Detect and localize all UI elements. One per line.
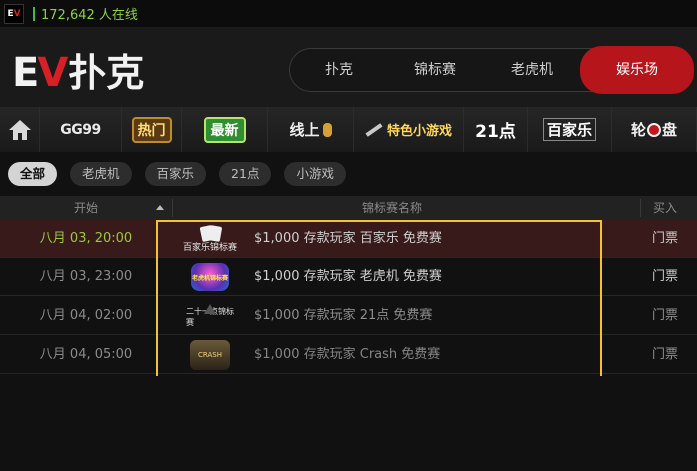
- row-buyin: 门票: [652, 231, 679, 246]
- category-mini-games[interactable]: 特色小游戏: [354, 107, 464, 152]
- thumbnail-label: 百家乐锦标赛: [182, 242, 237, 253]
- category-hot[interactable]: 热门: [122, 107, 182, 152]
- sort-ascending-icon[interactable]: [156, 205, 164, 210]
- category-blackjack[interactable]: 21点: [464, 107, 528, 152]
- row-buyin: 门票: [652, 269, 679, 284]
- microphone-icon: [322, 122, 332, 137]
- category-roulette-label: 轮: [630, 121, 646, 139]
- row-start-time: 八月 03, 23:00: [39, 269, 133, 284]
- nav-casino[interactable]: 娱乐场: [580, 46, 694, 94]
- filter-blackjack[interactable]: 21点: [219, 162, 272, 186]
- online-count: 172,642 人在线: [41, 8, 138, 23]
- table-row[interactable]: 八月 03, 20:00 百家乐锦标赛 $1,000 存款玩家 百家乐 免费赛 …: [0, 220, 697, 258]
- roulette-wheel-icon: [647, 122, 661, 137]
- category-blackjack-label: 21点: [475, 122, 516, 142]
- column-divider: [172, 199, 173, 217]
- filter-mini-games[interactable]: 小游戏: [284, 162, 346, 186]
- logo-ev: EV: [12, 50, 68, 96]
- category-new-label: 最新: [203, 116, 246, 143]
- category-gg99[interactable]: GG99: [40, 107, 122, 152]
- column-start[interactable]: 开始: [74, 196, 98, 220]
- row-tournament-name: $1,000 存款玩家 Crash 免费赛: [254, 347, 441, 362]
- row-tournament-name: $1,000 存款玩家 老虎机 免费赛: [254, 269, 442, 284]
- category-roulette[interactable]: 轮 盘: [612, 107, 697, 152]
- table-header: 开始 锦标赛名称 买入: [0, 196, 697, 220]
- crash-game-icon: CRASH: [190, 340, 230, 370]
- category-live-label: 线上: [289, 121, 320, 139]
- header: EV 扑克 扑克 锦标赛 老虎机 娱乐场: [0, 27, 697, 107]
- row-tournament-name: $1,000 存款玩家 百家乐 免费赛: [254, 231, 442, 246]
- row-start-time: 八月 04, 02:00: [39, 308, 133, 323]
- column-name[interactable]: 锦标赛名称: [362, 196, 422, 220]
- thumbnail-label: 老虎机锦标赛: [191, 274, 228, 282]
- crash-tournament-thumbnail: CRASH: [178, 339, 242, 371]
- table-row[interactable]: 八月 04, 05:00 CRASH $1,000 存款玩家 Crash 免费赛…: [0, 336, 697, 374]
- app-logo-icon: EV: [4, 3, 24, 24]
- slot-machine-icon: 老虎机锦标赛: [191, 263, 229, 291]
- playing-cards-icon: [195, 224, 225, 242]
- status-bar: EV 172,642 人在线: [0, 0, 697, 27]
- filter-all[interactable]: 全部: [8, 162, 58, 186]
- category-bar: GG99 热门 最新 线上 特色小游戏 21点 百家乐 轮 盘: [0, 107, 697, 152]
- category-hot-label: 热门: [131, 116, 172, 143]
- nav-tournaments[interactable]: 锦标赛: [388, 49, 482, 91]
- category-new[interactable]: 最新: [182, 107, 268, 152]
- online-indicator: [33, 6, 35, 21]
- logo[interactable]: EV 扑克: [12, 51, 144, 95]
- row-buyin: 门票: [652, 347, 679, 362]
- blackjack-tournament-thumbnail: 二十一点锦标赛: [178, 300, 242, 332]
- category-mini-games-label: 特色小游戏: [386, 124, 452, 139]
- table-row[interactable]: 八月 03, 23:00 老虎机锦标赛 $1,000 存款玩家 老虎机 免费赛 …: [0, 258, 697, 296]
- sword-icon: [365, 122, 383, 137]
- nav-poker[interactable]: 扑克: [294, 49, 384, 91]
- column-divider: [640, 199, 641, 217]
- empty-list-area: [0, 376, 697, 471]
- category-roulette-label-end: 盘: [662, 121, 678, 139]
- row-buyin: 门票: [652, 308, 679, 323]
- filter-baccarat[interactable]: 百家乐: [144, 162, 207, 186]
- category-baccarat[interactable]: 百家乐: [528, 107, 612, 152]
- spade-icon: 二十一点锦标赛: [186, 304, 234, 328]
- logo-title: 扑克: [68, 51, 145, 95]
- category-home[interactable]: [0, 107, 40, 152]
- category-live[interactable]: 线上: [268, 107, 354, 152]
- home-icon: [8, 119, 31, 140]
- slots-tournament-thumbnail: 老虎机锦标赛: [178, 261, 242, 293]
- category-baccarat-label: 百家乐: [542, 118, 596, 141]
- column-buyin[interactable]: 买入: [653, 196, 677, 220]
- row-start-time: 八月 04, 05:00: [39, 347, 133, 362]
- table-row[interactable]: 八月 04, 02:00 二十一点锦标赛 $1,000 存款玩家 21点 免费赛…: [0, 297, 697, 335]
- filter-bar: 全部 老虎机 百家乐 21点 小游戏: [0, 152, 697, 196]
- main-nav: 扑克 锦标赛 老虎机 娱乐场: [289, 46, 694, 94]
- baccarat-tournament-thumbnail: 百家乐锦标赛: [178, 223, 242, 255]
- nav-slots[interactable]: 老虎机: [486, 49, 578, 91]
- row-tournament-name: $1,000 存款玩家 21点 免费赛: [254, 308, 433, 323]
- filter-slots[interactable]: 老虎机: [70, 162, 132, 186]
- row-start-time: 八月 03, 20:00: [39, 231, 133, 246]
- category-gg99-label: GG99: [60, 121, 101, 138]
- thumbnail-label: CRASH: [198, 350, 222, 359]
